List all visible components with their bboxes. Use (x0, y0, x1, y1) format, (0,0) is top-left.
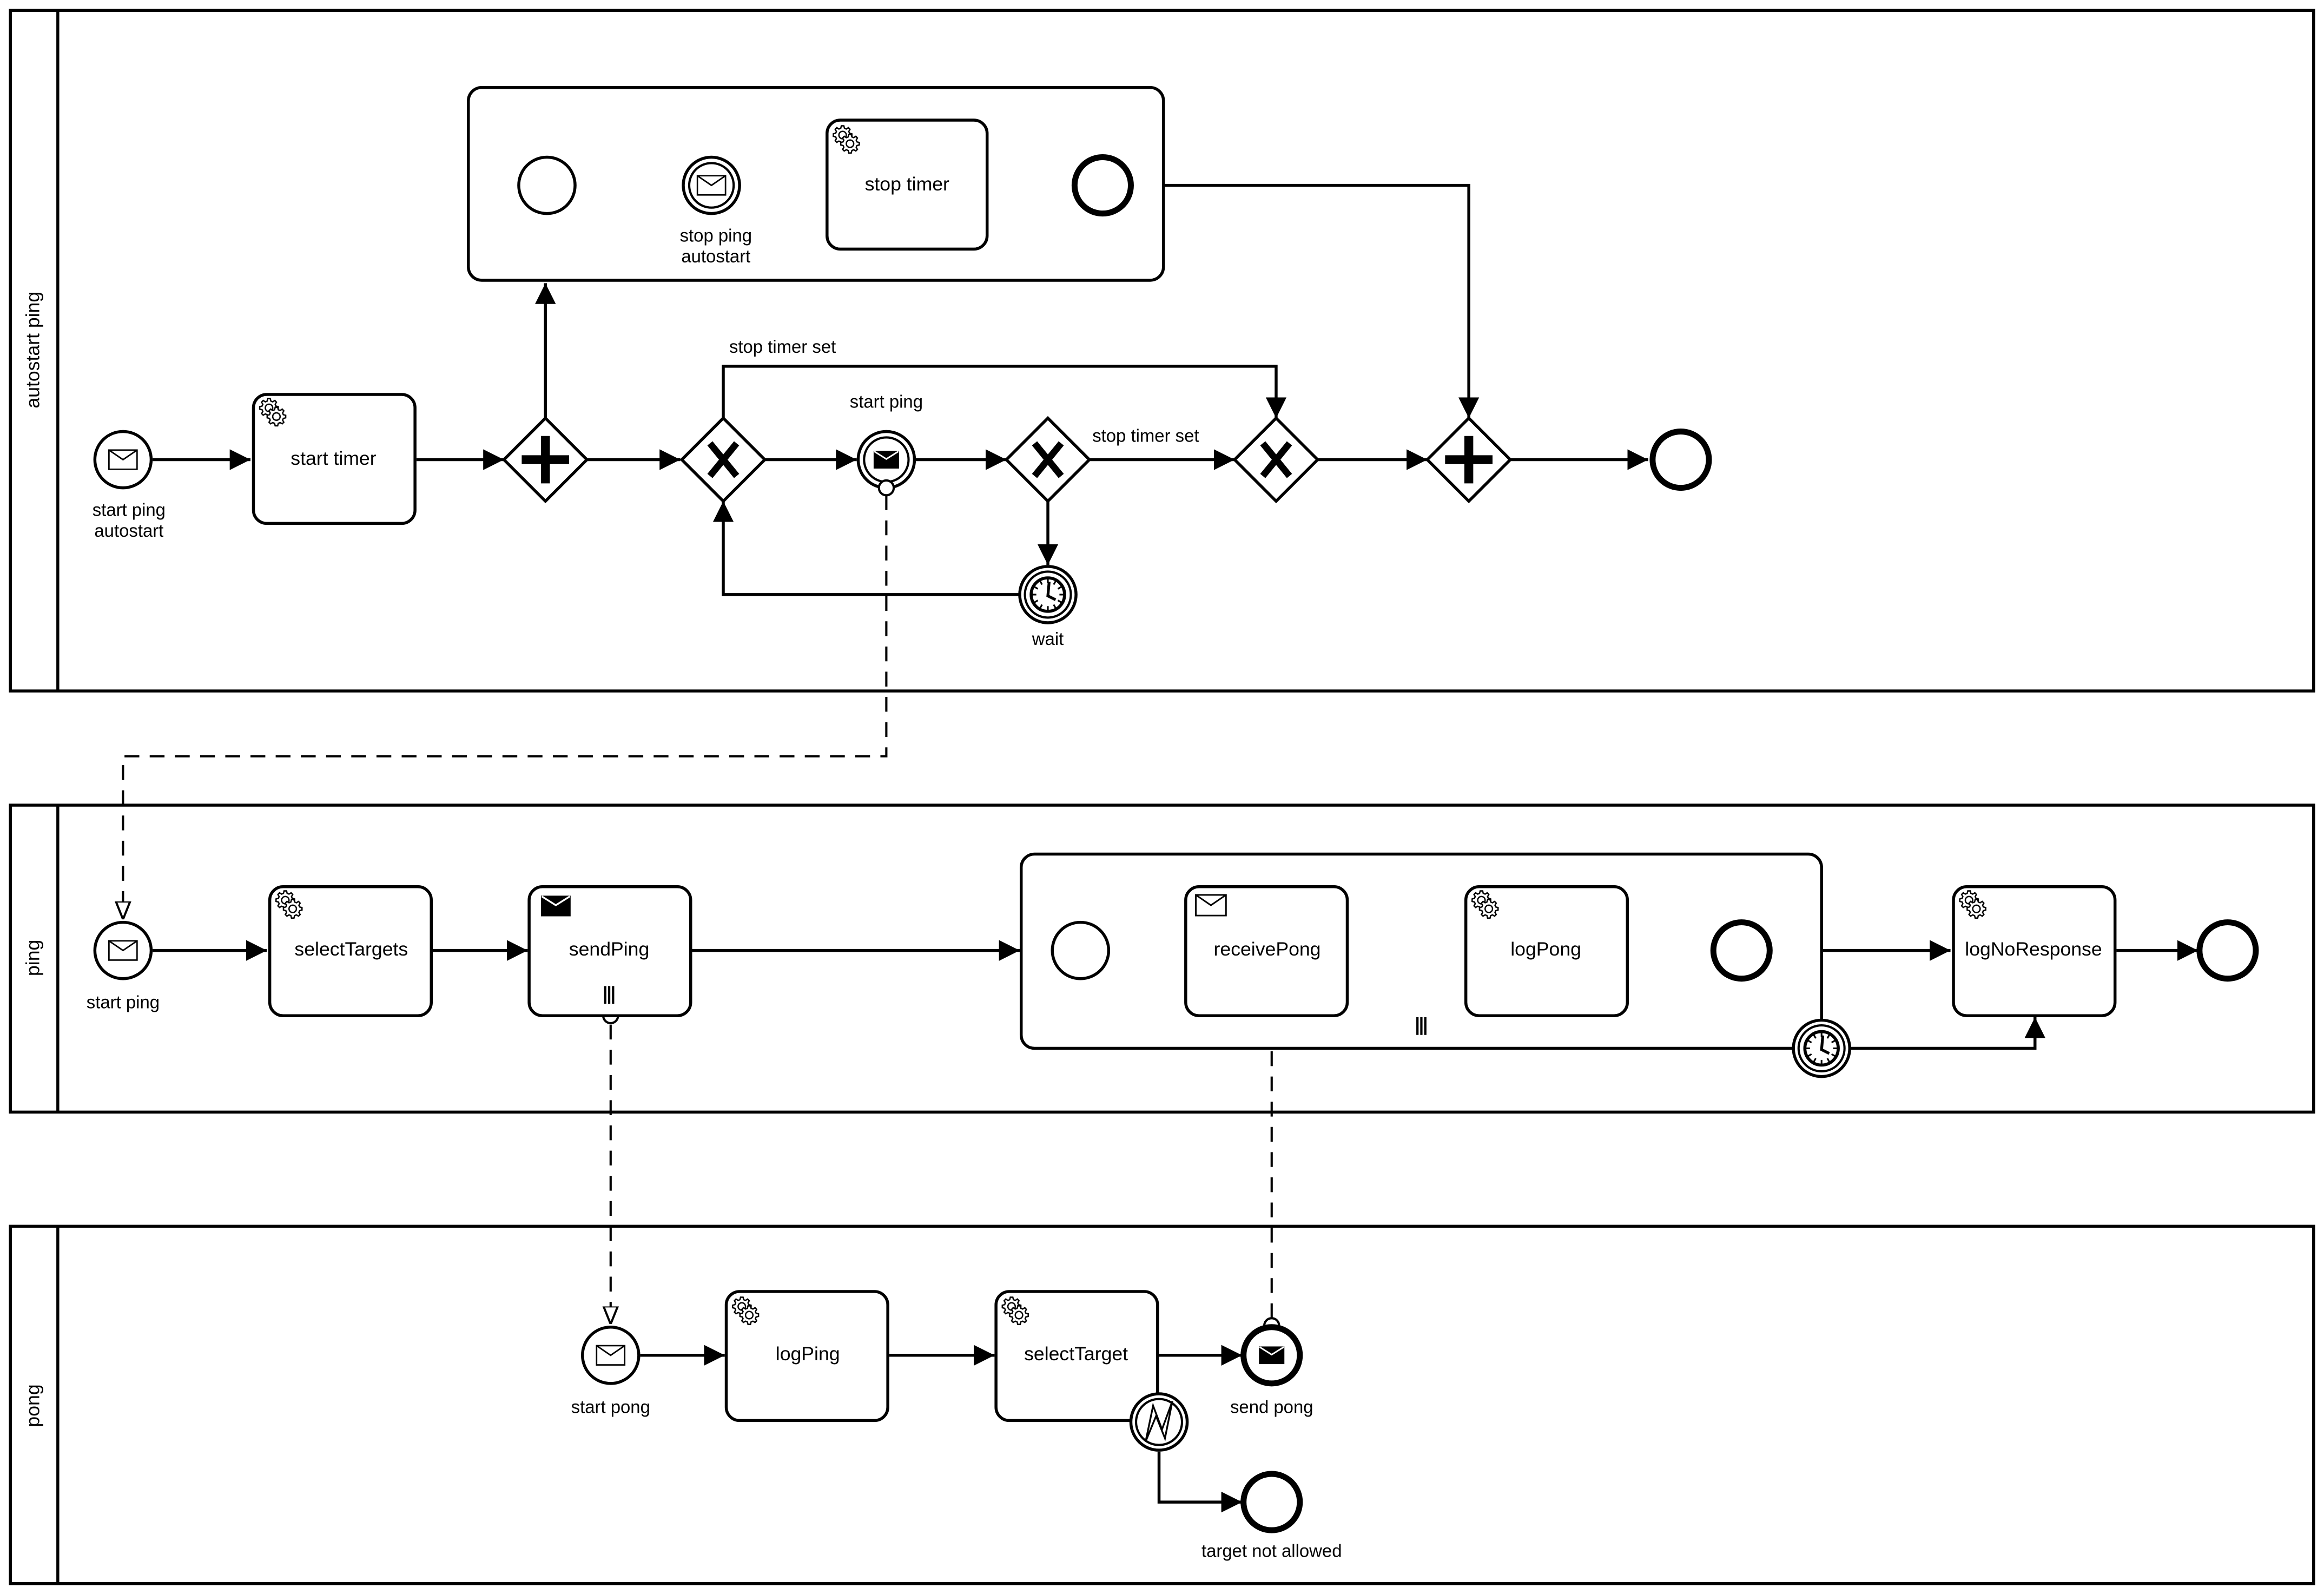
intermediate-catch-event-stop-ping-autostart[interactable] (682, 155, 741, 215)
task-label: stop timer (865, 173, 949, 195)
event-label: stop ping (680, 226, 752, 246)
pool-label: ping (22, 940, 43, 976)
start-event-start-ping-autostart[interactable] (93, 430, 153, 490)
envelope-icon (108, 449, 138, 470)
parallel-multi-instance-icon (1416, 1017, 1427, 1035)
end-event[interactable] (1710, 919, 1773, 982)
message-flow-start-ping[interactable] (123, 495, 888, 920)
task-start-timer[interactable]: start timer (252, 393, 417, 525)
flow-label-stop-timer-set: stop timer set (1092, 426, 1199, 446)
envelope-icon (596, 1345, 626, 1366)
end-event-target-not-allowed[interactable] (1240, 1471, 1303, 1533)
task-log-pong[interactable]: logPong (1464, 885, 1629, 1017)
envelope-icon (108, 940, 138, 961)
send-task-send-ping[interactable]: sendPing (527, 885, 692, 1017)
pool-label: pong (22, 1384, 43, 1427)
task-log-ping[interactable]: logPing (724, 1290, 889, 1422)
exclusive-gateway-split[interactable] (1004, 416, 1092, 504)
envelope-icon (1195, 894, 1227, 917)
pool-label: autostart ping (22, 292, 43, 409)
task-stop-timer[interactable]: stop timer (826, 118, 989, 251)
event-label: start pong (571, 1397, 650, 1417)
clock-icon (1031, 578, 1065, 611)
exclusive-gateway-merge[interactable] (679, 416, 767, 504)
event-label: autostart (94, 521, 163, 541)
parallel-gateway-join[interactable] (1425, 416, 1513, 504)
parallel-gateway-split[interactable] (501, 416, 589, 504)
start-event-start-pong[interactable] (581, 1325, 641, 1385)
end-event-ping[interactable] (2196, 919, 2259, 982)
event-label: wait (1032, 629, 1064, 649)
envelope-icon (696, 175, 727, 196)
event-label: start ping (850, 392, 923, 412)
sequence-flow-error[interactable] (1157, 1451, 1242, 1513)
task-label: logNoResponse (1965, 938, 2102, 960)
parallel-multi-instance-icon (604, 986, 615, 1004)
sequence-flow-stop-timer-set-top[interactable] (722, 365, 1287, 418)
bpmn-diagram: autostart ping ping pong stop timer set … (9, 9, 2315, 1585)
subprocess-stop-ping[interactable]: stop timer (467, 85, 1165, 282)
event-label: autostart (681, 246, 750, 266)
filled-envelope-icon (1258, 1346, 1285, 1365)
filled-envelope-icon (873, 451, 900, 469)
boundary-timer-event[interactable] (1792, 1018, 1852, 1078)
task-label: sendPing (569, 938, 649, 960)
event-label: send pong (1230, 1397, 1313, 1417)
task-log-no-response[interactable]: logNoResponse (1952, 885, 2117, 1017)
end-event-autostart[interactable] (1649, 428, 1712, 491)
exclusive-gateway-merge-2[interactable] (1232, 416, 1320, 504)
filled-envelope-icon (540, 895, 572, 917)
intermediate-timer-event-wait[interactable] (1018, 565, 1078, 624)
event-label: start ping (93, 500, 166, 520)
task-label: selectTargets (294, 938, 408, 960)
subprocess-receive-pong[interactable]: receivePong logPong (1019, 852, 1823, 1050)
task-label: selectTarget (1024, 1343, 1128, 1365)
task-select-targets[interactable]: selectTargets (268, 885, 433, 1017)
event-label: start ping (87, 992, 160, 1012)
start-event-start-ping[interactable] (93, 920, 153, 980)
task-select-target[interactable]: selectTarget (994, 1290, 1159, 1422)
clock-icon (1805, 1032, 1838, 1065)
task-label: receivePong (1214, 938, 1321, 960)
end-event[interactable] (1071, 154, 1134, 217)
boundary-error-event[interactable] (1129, 1392, 1189, 1452)
start-event[interactable] (1051, 920, 1111, 980)
sequence-flow[interactable] (1163, 183, 1480, 418)
task-label: logPing (776, 1343, 840, 1365)
flow-label-stop-timer-set-top: stop timer set (729, 337, 836, 357)
receive-task-receive-pong[interactable]: receivePong (1184, 885, 1349, 1017)
task-label: logPong (1510, 938, 1581, 960)
task-label: start timer (290, 447, 376, 469)
start-event[interactable] (517, 155, 577, 215)
sequence-flow-loop[interactable] (712, 501, 1020, 596)
sequence-flow-timeout[interactable] (1851, 1017, 2045, 1050)
event-label: target not allowed (1201, 1540, 1342, 1560)
message-flow-source (877, 479, 895, 497)
end-event-send-pong[interactable] (1240, 1324, 1303, 1387)
